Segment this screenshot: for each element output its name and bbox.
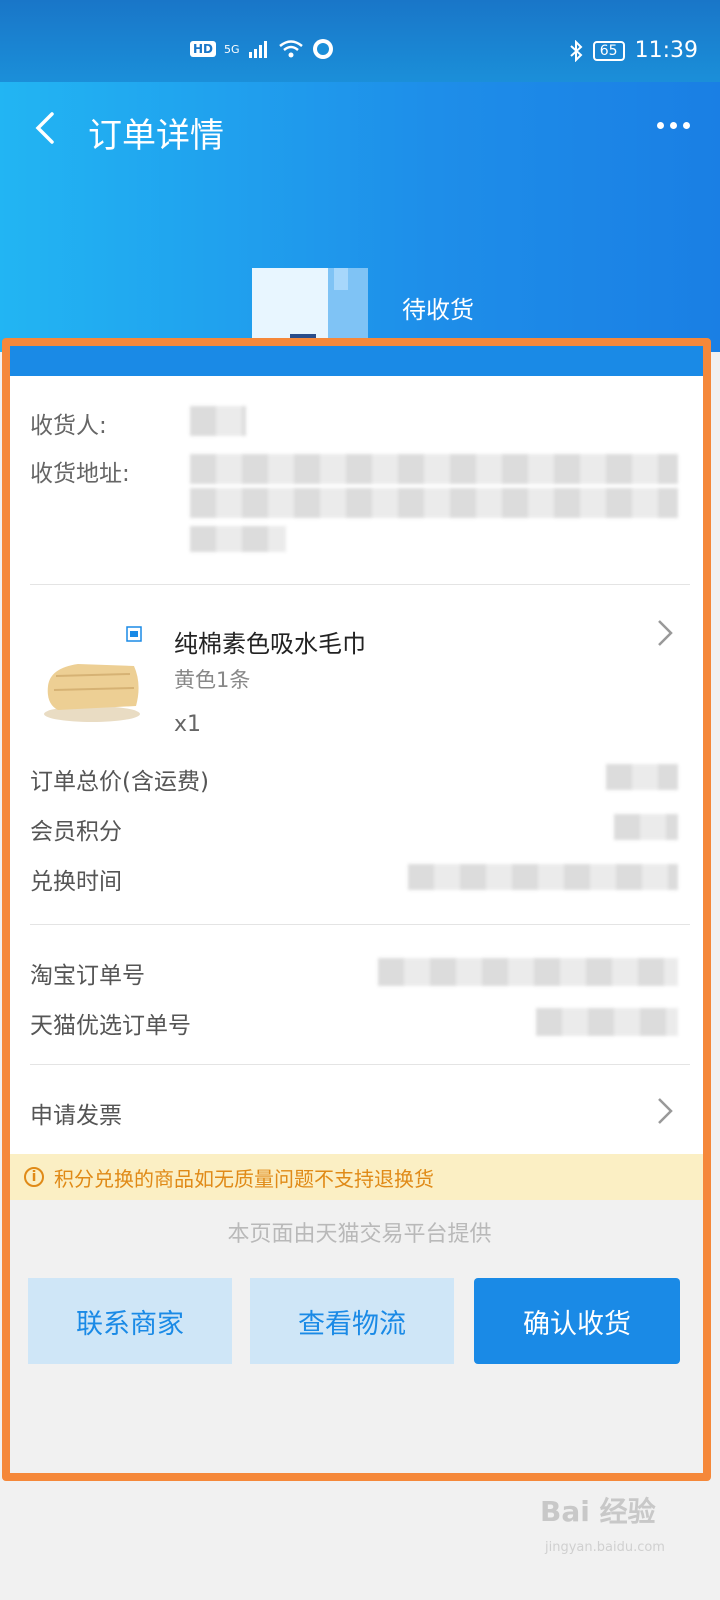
- order-status: 待收货: [402, 296, 474, 324]
- address-redacted-line2: [190, 488, 678, 518]
- package-icon: [252, 268, 368, 358]
- battery-indicator: 65: [592, 40, 625, 61]
- product-image[interactable]: [38, 646, 146, 726]
- watermark-logo: Bai 经验: [540, 1495, 656, 1528]
- tmall-order-label: 天猫优选订单号: [30, 1013, 191, 1039]
- order-total-label: 订单总价(含运费): [30, 769, 209, 795]
- address-label: 收货地址:: [30, 461, 130, 487]
- tmall-order-redacted: [536, 1008, 678, 1036]
- contact-merchant-button[interactable]: 联系商家: [28, 1278, 232, 1364]
- taobao-order-label: 淘宝订单号: [30, 963, 145, 989]
- hd-badge: HD: [190, 41, 217, 57]
- status-right: 65 11:39: [569, 38, 698, 63]
- exchange-time-label: 兑换时间: [30, 869, 122, 895]
- order-total-redacted: [606, 764, 678, 790]
- back-icon[interactable]: [28, 108, 68, 148]
- order-detail-panel: 收货人: 收货地址: 纯棉素色吸水毛巾 黄色1条 x1 订单总价(含运费) 会员…: [10, 346, 709, 1474]
- provider-text: 本页面由天猫交易平台提供: [227, 1222, 492, 1247]
- info-icon: i: [24, 1167, 44, 1187]
- wifi-icon: [278, 40, 303, 58]
- taobao-order-redacted: [378, 958, 678, 986]
- view-logistics-button[interactable]: 查看物流: [250, 1278, 454, 1364]
- address-redacted-line3: [190, 526, 286, 552]
- order-header: 订单详情 待收货: [0, 82, 720, 358]
- page-title: 订单详情: [88, 116, 224, 156]
- exchange-time-redacted: [408, 864, 678, 890]
- recipient-label: 收货人:: [30, 413, 107, 439]
- network-label: 5G: [224, 42, 240, 56]
- divider: [30, 584, 690, 585]
- recipient-name-redacted: [190, 406, 246, 436]
- address-redacted-line1: [190, 454, 678, 484]
- status-bar: HD 5G 65 11:39: [0, 0, 720, 82]
- bluetooth-icon: [570, 39, 583, 62]
- divider: [30, 1064, 690, 1065]
- clock: 11:39: [634, 38, 698, 63]
- watermark-url: jingyan.baidu.com: [545, 1540, 665, 1555]
- member-points-label: 会员积分: [30, 819, 122, 845]
- invoice-label[interactable]: 申请发票: [30, 1096, 122, 1130]
- member-points-redacted: [614, 814, 678, 840]
- panel-top-band: [10, 346, 709, 376]
- status-icons: HD 5G: [190, 38, 334, 60]
- product-name[interactable]: 纯棉素色吸水毛巾: [174, 624, 366, 659]
- product-quantity: x1: [174, 712, 202, 737]
- notice-text: 积分兑换的商品如无质量问题不支持退换货: [54, 1166, 434, 1191]
- divider: [30, 924, 690, 925]
- store-logo-icon: [126, 626, 142, 642]
- product-variant: 黄色1条: [174, 668, 251, 692]
- confirm-receipt-button[interactable]: 确认收货: [474, 1278, 680, 1364]
- app-notification-icon: [312, 39, 333, 59]
- return-policy-notice: i 积分兑换的商品如无质量问题不支持退换货: [10, 1154, 709, 1200]
- chevron-right-icon[interactable]: [654, 618, 676, 648]
- chevron-right-icon[interactable]: [654, 1096, 676, 1126]
- more-options-icon[interactable]: [657, 122, 690, 129]
- signal-icon: [248, 41, 267, 58]
